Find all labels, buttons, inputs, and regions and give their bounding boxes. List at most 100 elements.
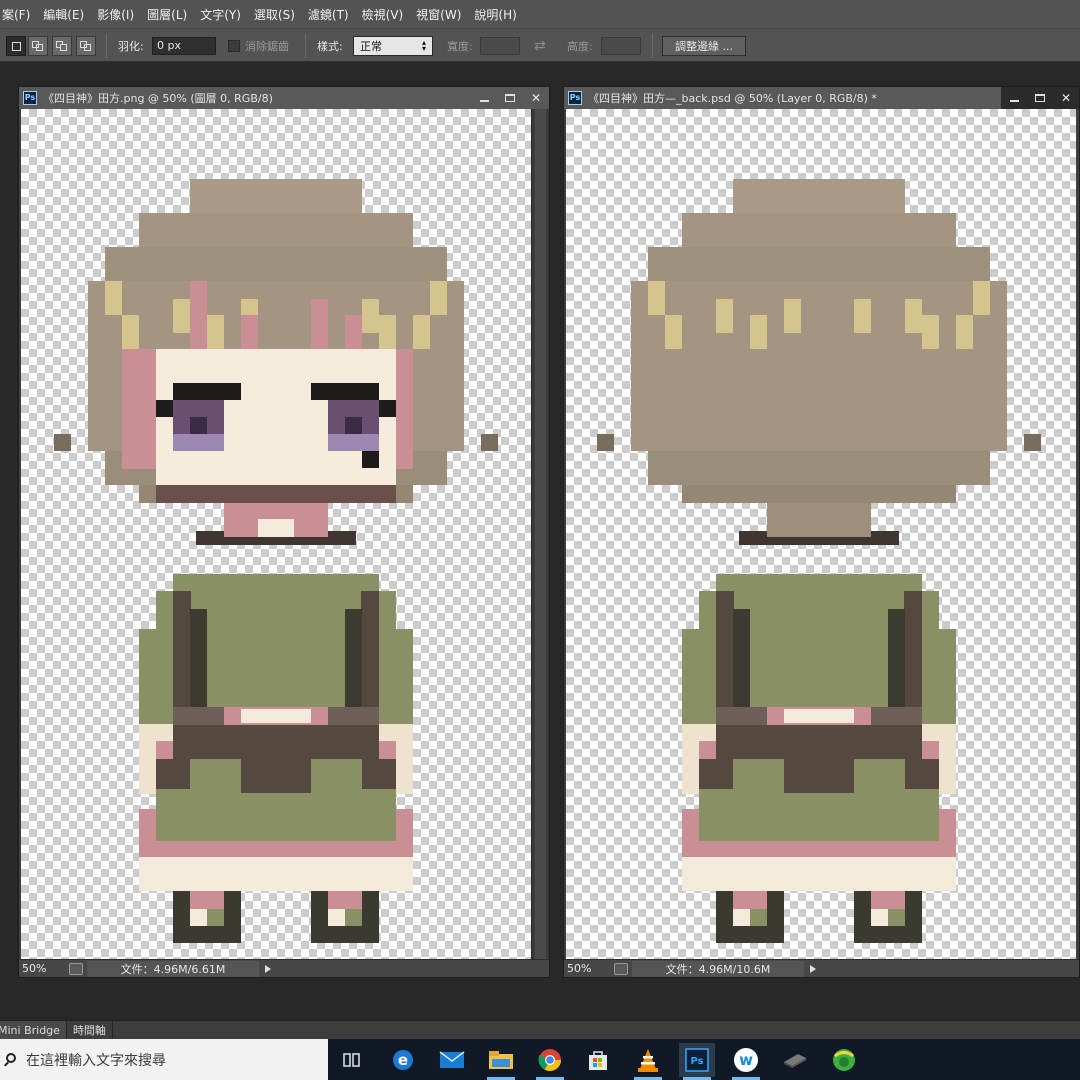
hair-highlight bbox=[105, 281, 122, 315]
document-window-front[interactable]: Ps 《四目神》田方.png @ 50% (圖層 0, RGB/8) ✕ 50%… bbox=[18, 86, 550, 978]
tab-mini-bridge[interactable]: Mini Bridge bbox=[0, 1021, 67, 1039]
document-title-bar[interactable]: Ps 《四目神》田方—_back.psd @ 50% (Layer 0, RGB… bbox=[564, 87, 1079, 109]
menu-filter[interactable]: 濾鏡(T) bbox=[303, 6, 354, 23]
menu-layer[interactable]: 圖層(L) bbox=[142, 6, 192, 23]
mail-icon[interactable] bbox=[434, 1043, 470, 1077]
close-button[interactable]: ✕ bbox=[523, 87, 549, 109]
app-dark-icon[interactable] bbox=[777, 1043, 813, 1077]
pink-side-r bbox=[396, 349, 413, 469]
skirt-shade-c bbox=[784, 759, 854, 793]
transparency-canvas[interactable] bbox=[21, 109, 531, 961]
right-boot-hl bbox=[871, 909, 888, 926]
height-input[interactable] bbox=[601, 37, 641, 55]
maximize-button[interactable] bbox=[497, 87, 523, 109]
hair-bottom bbox=[682, 485, 956, 503]
hair-highlight bbox=[379, 315, 396, 349]
intersect-selection-icon[interactable] bbox=[76, 36, 96, 56]
zoom-level[interactable]: 50% bbox=[19, 962, 69, 975]
status-info-icon[interactable] bbox=[69, 962, 83, 975]
style-label: 樣式: bbox=[317, 40, 343, 53]
menu-help[interactable]: 說明(H) bbox=[469, 6, 521, 23]
hair-highlight bbox=[973, 281, 990, 315]
right-eye-lower bbox=[328, 434, 379, 451]
maximize-button[interactable] bbox=[1027, 87, 1053, 109]
minimize-button[interactable] bbox=[1001, 87, 1027, 109]
style-select[interactable]: 正常 ▴ ▾ bbox=[353, 36, 433, 56]
svg-text:e: e bbox=[398, 1051, 408, 1069]
task-view-icon[interactable] bbox=[334, 1043, 370, 1077]
pink-strand bbox=[241, 315, 258, 349]
separator bbox=[106, 34, 107, 58]
ear-pixel-r bbox=[481, 434, 498, 451]
new-selection-icon[interactable] bbox=[6, 36, 26, 56]
left-sock bbox=[733, 891, 767, 909]
antialias-checkbox[interactable] bbox=[228, 40, 240, 52]
subtract-from-selection-icon[interactable] bbox=[52, 36, 72, 56]
svg-text:Ps: Ps bbox=[690, 1056, 703, 1067]
menu-image[interactable]: 影像(I) bbox=[92, 6, 139, 23]
zoom-level[interactable]: 50% bbox=[564, 962, 614, 975]
scrollbar-thumb[interactable] bbox=[535, 109, 546, 961]
vertical-scrollbar[interactable] bbox=[531, 109, 549, 961]
menu-view[interactable]: 檢視(V) bbox=[357, 6, 409, 23]
document-title-bar[interactable]: Ps 《四目神》田方.png @ 50% (圖層 0, RGB/8) ✕ bbox=[19, 87, 549, 109]
hair-highlight bbox=[665, 315, 682, 349]
app-green-icon[interactable] bbox=[826, 1043, 862, 1077]
edge-browser-icon[interactable]: e bbox=[385, 1043, 421, 1077]
pink-strand bbox=[190, 281, 207, 349]
close-button[interactable]: ✕ bbox=[1053, 87, 1079, 109]
ear-pixel-l bbox=[54, 434, 71, 451]
skirt-shade-r bbox=[905, 759, 939, 789]
document-window-back[interactable]: Ps 《四目神》田方—_back.psd @ 50% (Layer 0, RGB… bbox=[563, 86, 1080, 978]
status-menu-arrow-icon[interactable] bbox=[810, 964, 816, 973]
hair-mass bbox=[631, 281, 1007, 451]
file-explorer-icon[interactable] bbox=[483, 1043, 519, 1080]
search-icon bbox=[4, 1052, 18, 1067]
swap-icon[interactable]: ⇄ bbox=[534, 38, 546, 54]
refine-edge-button[interactable]: 調整邊緣 ... bbox=[662, 36, 746, 56]
separator bbox=[305, 34, 306, 58]
left-boot-inner bbox=[750, 909, 767, 926]
vlc-icon[interactable] bbox=[630, 1043, 666, 1080]
menu-edit[interactable]: 編輯(E) bbox=[38, 6, 89, 23]
minimize-button[interactable] bbox=[471, 87, 497, 109]
document-title: 《四目神》田方.png @ 50% (圖層 0, RGB/8) bbox=[43, 92, 273, 105]
feather-input[interactable]: 0 px bbox=[152, 37, 216, 55]
pink-strand bbox=[311, 299, 328, 349]
menu-file[interactable]: 案(F) bbox=[0, 6, 35, 23]
hair-highlight bbox=[854, 299, 871, 333]
photoshop-taskbar-icon[interactable]: Ps bbox=[679, 1043, 715, 1080]
left-boot-hl bbox=[190, 909, 207, 926]
menu-type[interactable]: 文字(Y) bbox=[195, 6, 246, 23]
hair-top bbox=[190, 179, 362, 213]
app-w-icon[interactable]: w bbox=[728, 1043, 764, 1080]
status-bar: 50% 文件：4.96M/6.61M bbox=[19, 959, 549, 977]
hair-highlight bbox=[648, 281, 665, 315]
skirt-shade-l bbox=[156, 759, 190, 789]
svg-text:w: w bbox=[739, 1051, 753, 1069]
minimize-icon bbox=[1009, 100, 1019, 102]
add-to-selection-icon[interactable] bbox=[28, 36, 48, 56]
hair-highlight bbox=[207, 315, 224, 349]
menu-window[interactable]: 視窗(W) bbox=[411, 6, 466, 23]
transparency-canvas[interactable] bbox=[566, 109, 1076, 961]
skirt-lining bbox=[682, 857, 956, 891]
canvas-area[interactable] bbox=[21, 109, 531, 961]
status-bar: 50% 文件：4.96M/10.6M bbox=[564, 959, 1079, 977]
chrome-icon[interactable] bbox=[532, 1043, 568, 1080]
canvas-area[interactable] bbox=[566, 109, 1076, 961]
options-bar: 羽化: 0 px 消除鋸齒 樣式: 正常 ▴ ▾ 寬度: ⇄ 高度: 調整邊緣 .… bbox=[0, 28, 1080, 62]
width-input[interactable] bbox=[480, 37, 520, 55]
skirt-hem bbox=[156, 841, 396, 859]
left-lash bbox=[156, 400, 173, 417]
store-icon[interactable] bbox=[580, 1043, 616, 1077]
pixel-sprite-front bbox=[54, 179, 498, 943]
tab-timeline[interactable]: 時間軸 bbox=[67, 1021, 113, 1039]
menu-select[interactable]: 選取(S) bbox=[249, 6, 300, 23]
maximize-icon bbox=[1035, 94, 1045, 102]
right-brow bbox=[311, 383, 379, 400]
status-menu-arrow-icon[interactable] bbox=[265, 964, 271, 973]
photoshop-icon: Ps bbox=[568, 91, 582, 105]
taskbar-search-box[interactable]: 在這裡輸入文字來搜尋 bbox=[0, 1039, 328, 1080]
status-info-icon[interactable] bbox=[614, 962, 628, 975]
